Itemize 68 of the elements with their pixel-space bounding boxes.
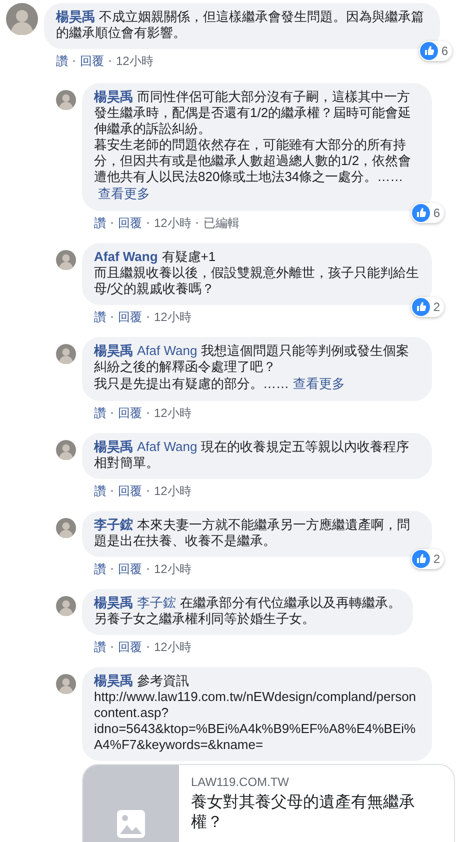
comment-text: 楊昊禹 Afaf Wang 我想這個問題只能等判例或發生個案糾紛之後的解釋函令處理了吧？ (94, 343, 410, 375)
action-link[interactable]: 回覆 (118, 404, 142, 422)
timestamp: 12小時 (154, 404, 192, 422)
image-icon (116, 809, 146, 839)
like-count-badge[interactable]: 6 (419, 41, 452, 61)
avatar[interactable] (56, 344, 76, 364)
comment-text: 楊昊禹 參考資訊 (94, 673, 190, 689)
comment-text: 另養子女之繼承權利同等於婚生子女。 (94, 611, 316, 627)
timestamp: 12小時 (116, 52, 154, 70)
author-link[interactable]: 楊昊禹 (94, 439, 133, 454)
action-link[interactable]: 讚 (94, 560, 106, 578)
action-link[interactable]: 回覆 (118, 482, 142, 500)
thumbs-up-icon (412, 204, 430, 222)
comment-text: 楊昊禹 不成立姻親關係，但這樣繼承會發生問題。因為與繼承篇的繼承順位會有影響。 (56, 9, 425, 41)
action-link[interactable]: 回覆 (118, 560, 142, 578)
action-link[interactable]: 讚 (94, 404, 106, 422)
mention-link[interactable]: 李子鋐 (137, 595, 176, 610)
action-link[interactable]: 回覆 (80, 52, 104, 70)
avatar[interactable] (56, 674, 76, 694)
avatar[interactable] (56, 440, 76, 460)
avatar[interactable] (56, 90, 76, 110)
comment-text: 楊昊禹 而同性伴侶可能大部分沒有子嗣，這樣其中一方發生繼承時，配偶是否還有1/2的繼承權？屆時可能會延伸繼承的訴訟糾紛。 (94, 89, 412, 137)
timestamp: 12小時 (154, 308, 192, 326)
mention-link[interactable]: Afaf Wang (137, 343, 198, 358)
thumbs-up-icon (412, 298, 430, 316)
action-link[interactable]: 回覆 (118, 214, 142, 232)
mention-link[interactable]: Afaf Wang (137, 439, 198, 454)
comment-text: 我只是先提出有疑慮的部分。…… 查看更多 (94, 375, 346, 393)
action-link[interactable]: 讚 (56, 52, 68, 70)
link-preview-card[interactable]: LAW119.COM.TW 養女對其養父母的遺產有無繼承權？ (82, 764, 455, 842)
avatar[interactable] (6, 3, 38, 35)
timestamp: 12小時 (154, 560, 192, 578)
author-link[interactable]: 楊昊禹 (94, 673, 133, 688)
like-count-badge[interactable]: 2 (411, 297, 444, 317)
timestamp: 12小時 (154, 482, 192, 500)
action-link[interactable]: 讚 (94, 214, 106, 232)
comment-text: http://www.law119.com.tw/nEWdesign/compland/personcontent.asp?idno=5643&ktop=%BEi%A4k%B9%EF%A8%E4%BEi%A4%F7&keywords=&kname= (94, 689, 418, 753)
link-title[interactable]: 養女對其養父母的遺產有無繼承權？ (191, 793, 442, 833)
comment-text: 楊昊禹 李子鋐 在繼承部分有代位繼承以及再轉繼承。 (94, 595, 401, 611)
see-more-link[interactable]: 查看更多 (293, 376, 345, 391)
author-link[interactable]: 楊昊禹 (94, 343, 133, 358)
edited-label: 已編輯 (203, 214, 240, 232)
timestamp: 12小時 (154, 638, 192, 656)
comment-text: 暮安生老師的問題依然存在，可能雖有大部分的所有持分，但因共有或是他繼承人數超過總人數的1/2，依然會遭他共有人以民法820條或土地法34條之一處分。…… 查看更多 (94, 137, 412, 203)
avatar[interactable] (56, 250, 76, 270)
action-link[interactable]: 回覆 (118, 308, 142, 326)
author-link[interactable]: 楊昊禹 (94, 89, 133, 104)
like-count-badge[interactable]: 6 (411, 203, 444, 223)
author-link[interactable]: 楊昊禹 (56, 9, 95, 24)
comment-text: Afaf Wang 有疑慮+1 (94, 249, 217, 265)
avatar[interactable] (56, 596, 76, 616)
action-link[interactable]: 讚 (94, 308, 106, 326)
author-link[interactable]: 楊昊禹 (94, 595, 133, 610)
action-link[interactable]: 讚 (94, 638, 106, 656)
action-link[interactable]: 讚 (94, 482, 106, 500)
link-domain: LAW119.COM.TW (191, 775, 290, 789)
action-link[interactable]: 回覆 (118, 638, 142, 656)
author-link[interactable]: Afaf Wang (94, 249, 158, 264)
author-link[interactable]: 李子鋐 (94, 517, 133, 532)
thumbs-up-icon (420, 42, 438, 60)
timestamp: 12小時 (154, 214, 192, 232)
avatar[interactable] (56, 518, 76, 538)
like-count-badge[interactable]: 2 (411, 549, 444, 569)
comment-text: 楊昊禹 Afaf Wang 現在的收養規定五等親以內收養程序相對簡單。 (94, 439, 410, 471)
thumbs-up-icon (412, 550, 430, 568)
comment-text: 而且繼親收養以後，假設雙親意外離世，孩子只能判給生母/父的親戚收養嗎？ (94, 265, 420, 297)
comment-text: 李子鋐 本來夫妻一方就不能繼承另一方應繼遺產啊，問題是出在扶養、收養不是繼承。 (94, 517, 411, 549)
see-more-link[interactable]: 查看更多 (98, 186, 150, 201)
